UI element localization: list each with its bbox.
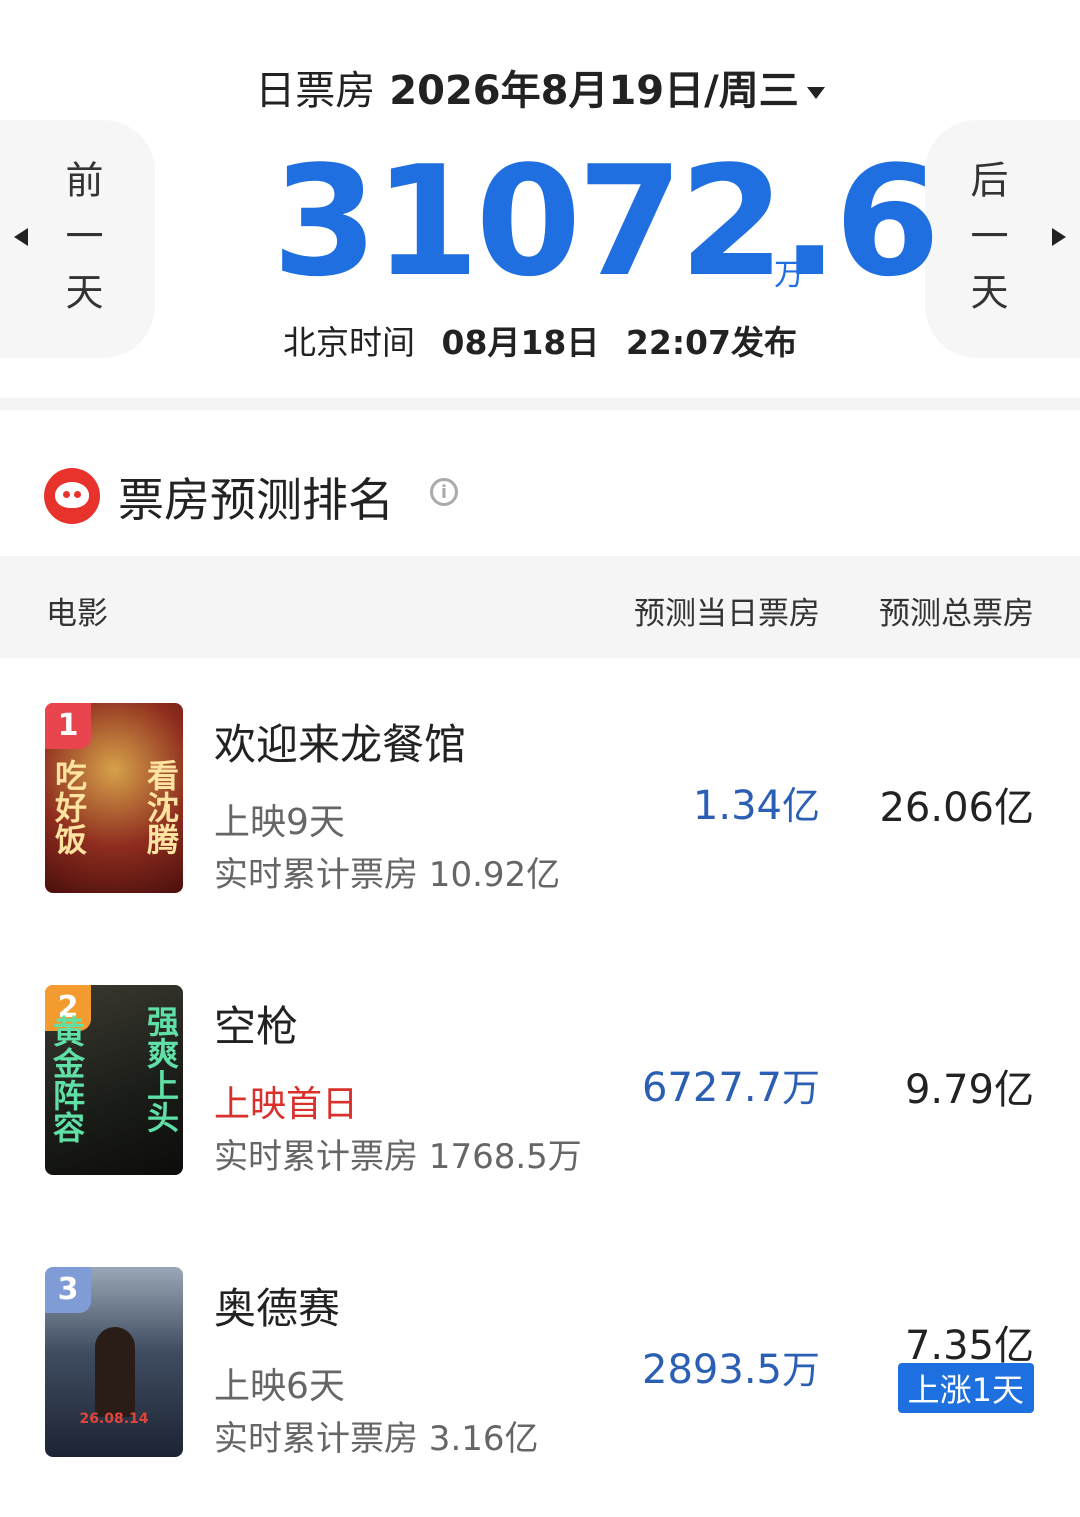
today-forecast: 2893.5万 — [642, 1339, 820, 1394]
total-forecast: 26.06亿 — [879, 785, 1034, 831]
cat-logo-icon — [44, 468, 100, 524]
section-title: 票房预测排名 — [118, 473, 394, 527]
poster-slogan-right: 看沈腾 — [142, 759, 180, 855]
next-day-label: 后一天 — [964, 160, 1008, 328]
publish-time: 22:07发布 — [625, 323, 797, 362]
selected-date: 2026年8月19日/周三 — [389, 68, 799, 114]
movie-row[interactable]: 2 黄金阵容 强爽上头 空枪 上映首日 实时累计票房 1768.5万 6727.… — [0, 985, 1080, 1185]
dropdown-caret-icon — [806, 87, 825, 99]
cat-eye-right — [74, 491, 81, 498]
daily-box-office-label: 日票房 — [255, 68, 376, 114]
cumulative-box-office: 实时累计票房 3.16亿 — [214, 1419, 539, 1459]
movie-title: 奥德赛 — [214, 1284, 341, 1333]
info-icon[interactable]: i — [430, 478, 458, 506]
section-divider — [0, 398, 1080, 410]
movie-title: 空枪 — [214, 1002, 299, 1051]
box-office-unit: 万 — [774, 258, 804, 293]
release-days: 上映9天 — [214, 802, 345, 843]
poster-slogan-left: 黄金阵容 — [48, 1015, 86, 1143]
poster-slogan-right: 强爽上头 — [142, 1005, 180, 1133]
rank-badge: 3 — [45, 1267, 91, 1313]
cumulative-box-office: 实时累计票房 10.92亿 — [214, 855, 561, 895]
table-header: 电影 预测当日票房 预测总票房 — [0, 556, 1080, 658]
rank-badge: 1 — [45, 703, 91, 749]
cat-face — [55, 482, 89, 508]
prev-day-label: 前一天 — [59, 160, 103, 328]
movie-poster: 1 吃好饭 看沈腾 — [45, 703, 183, 893]
total-box-office: 31072.6 — [272, 133, 940, 310]
today-forecast-value: 2893.5 — [642, 1347, 782, 1393]
publish-prefix: 北京时间 — [283, 323, 416, 362]
today-forecast-value: 1.34 — [692, 783, 782, 829]
today-forecast: 1.34亿 — [693, 775, 820, 830]
publish-date: 08月18日 — [441, 323, 600, 362]
total-forecast: 9.79亿 — [904, 1067, 1034, 1113]
cat-eye-left — [63, 491, 70, 498]
movie-title: 欢迎来龙餐馆 — [214, 720, 467, 769]
today-forecast-unit: 万 — [781, 1348, 820, 1392]
today-forecast-unit: 亿 — [781, 784, 820, 828]
today-forecast-unit: 万 — [781, 1066, 820, 1110]
movie-row[interactable]: 3 26.08.14 奥德赛 上映6天 实时累计票房 3.16亿 2893.5万… — [0, 1267, 1080, 1467]
trend-badge: 上涨1天 — [897, 1363, 1034, 1413]
movie-poster: 2 黄金阵容 强爽上头 — [45, 985, 183, 1175]
poster-slogan-left: 吃好饭 — [50, 759, 88, 855]
column-today-forecast: 预测当日票房 — [634, 596, 820, 632]
today-forecast: 6727.7万 — [642, 1057, 820, 1112]
right-arrow-icon[interactable] — [1052, 228, 1066, 246]
date-selector[interactable]: 日票房 2026年8月19日/周三 — [0, 58, 1080, 116]
left-arrow-icon[interactable] — [14, 228, 28, 246]
movie-poster: 3 26.08.14 — [45, 1267, 183, 1457]
publish-info: 北京时间 08月18日 22:07发布 — [0, 316, 1080, 364]
movie-row[interactable]: 1 吃好饭 看沈腾 欢迎来龙餐馆 上映9天 实时累计票房 10.92亿 1.34… — [0, 703, 1080, 903]
cumulative-box-office: 实时累计票房 1768.5万 — [214, 1137, 582, 1177]
today-forecast-value: 6727.7 — [642, 1065, 782, 1111]
column-total-forecast: 预测总票房 — [879, 596, 1034, 632]
release-days: 上映首日 — [214, 1084, 359, 1125]
release-days: 上映6天 — [214, 1366, 345, 1407]
poster-figure — [95, 1327, 135, 1417]
poster-date: 26.08.14 — [79, 1411, 149, 1427]
column-movie: 电影 — [46, 596, 108, 632]
